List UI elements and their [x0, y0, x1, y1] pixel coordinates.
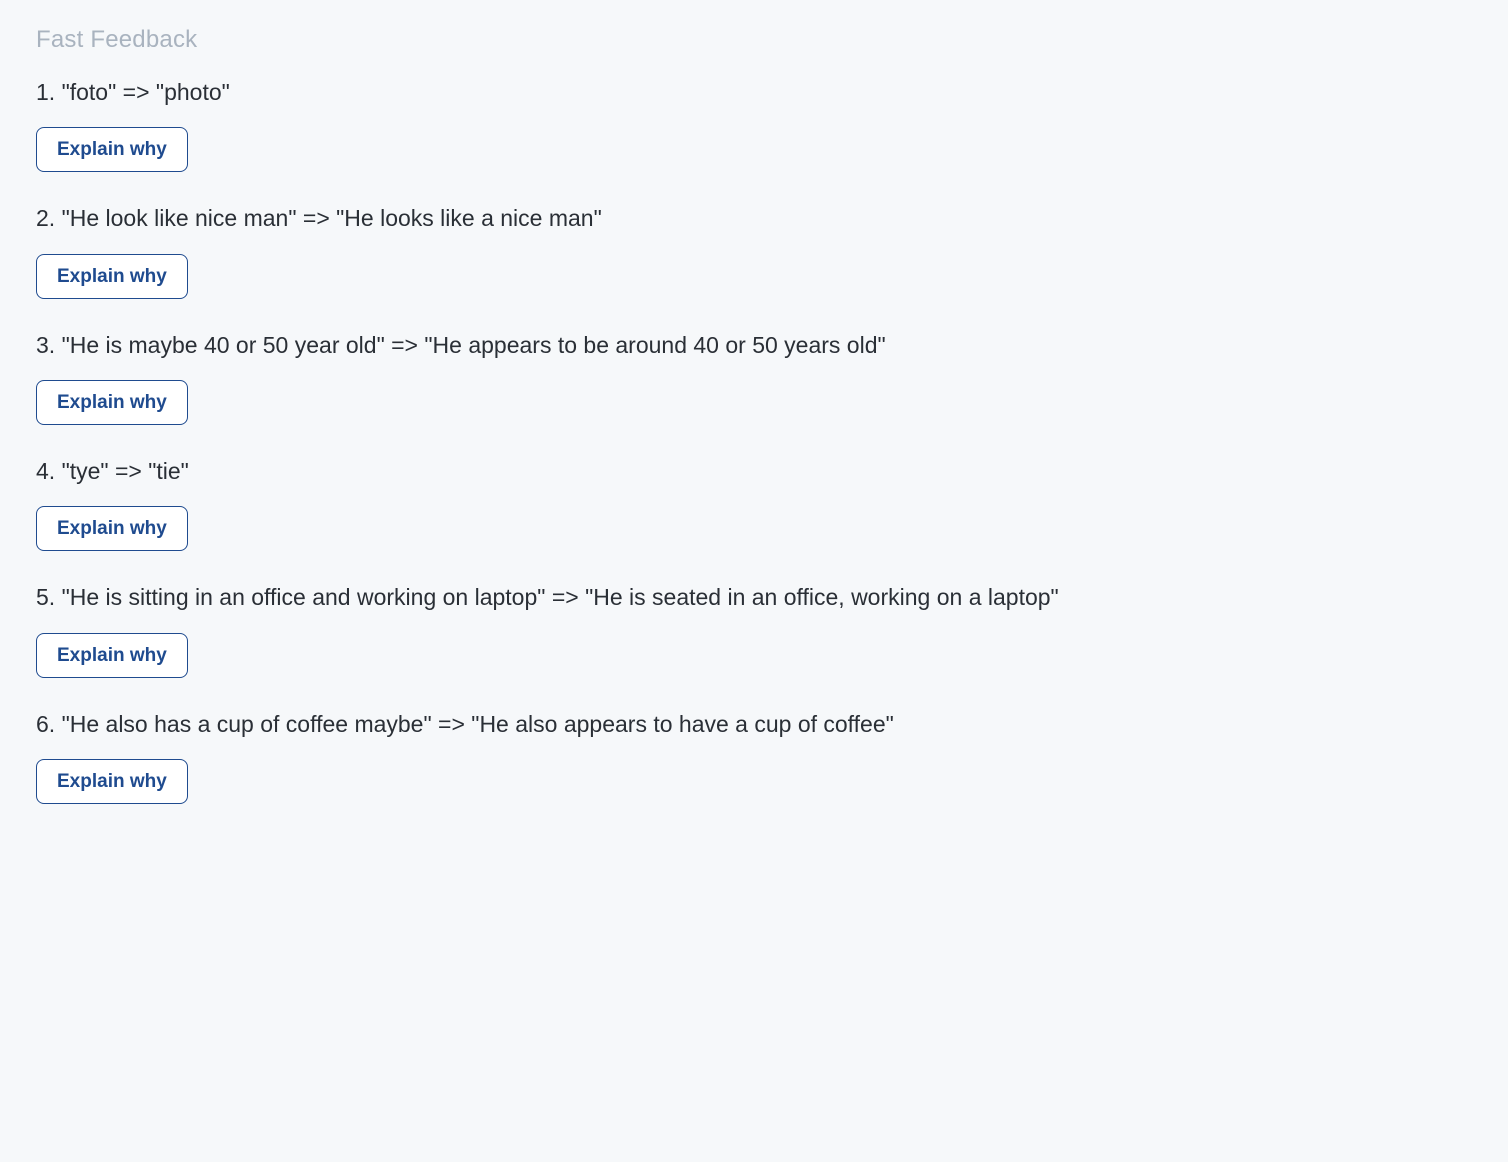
- explain-why-button[interactable]: Explain why: [36, 127, 188, 172]
- section-title: Fast Feedback: [36, 26, 1136, 54]
- feedback-text: 6. "He also has a cup of coffee maybe" =…: [36, 708, 1136, 741]
- explain-why-button[interactable]: Explain why: [36, 633, 188, 678]
- feedback-list: 1. "foto" => "photo" Explain why 2. "He lo…: [36, 76, 1136, 804]
- feedback-text: 5. "He is sitting in an office and worki…: [36, 581, 1136, 614]
- feedback-item: 4. "tye" => "tie" Explain why: [36, 455, 1136, 551]
- explain-why-button[interactable]: Explain why: [36, 759, 188, 804]
- feedback-text: 3. "He is maybe 40 or 50 year old" => "H…: [36, 329, 1136, 362]
- explain-why-button[interactable]: Explain why: [36, 380, 188, 425]
- feedback-item: 3. "He is maybe 40 or 50 year old" => "H…: [36, 329, 1136, 425]
- feedback-item: 2. "He look like nice man" => "He looks …: [36, 202, 1136, 298]
- feedback-text: 1. "foto" => "photo": [36, 76, 1136, 109]
- feedback-text: 2. "He look like nice man" => "He looks …: [36, 202, 1136, 235]
- explain-why-button[interactable]: Explain why: [36, 254, 188, 299]
- feedback-item: 6. "He also has a cup of coffee maybe" =…: [36, 708, 1136, 804]
- feedback-item: 5. "He is sitting in an office and worki…: [36, 581, 1136, 677]
- feedback-item: 1. "foto" => "photo" Explain why: [36, 76, 1136, 172]
- feedback-text: 4. "tye" => "tie": [36, 455, 1136, 488]
- explain-why-button[interactable]: Explain why: [36, 506, 188, 551]
